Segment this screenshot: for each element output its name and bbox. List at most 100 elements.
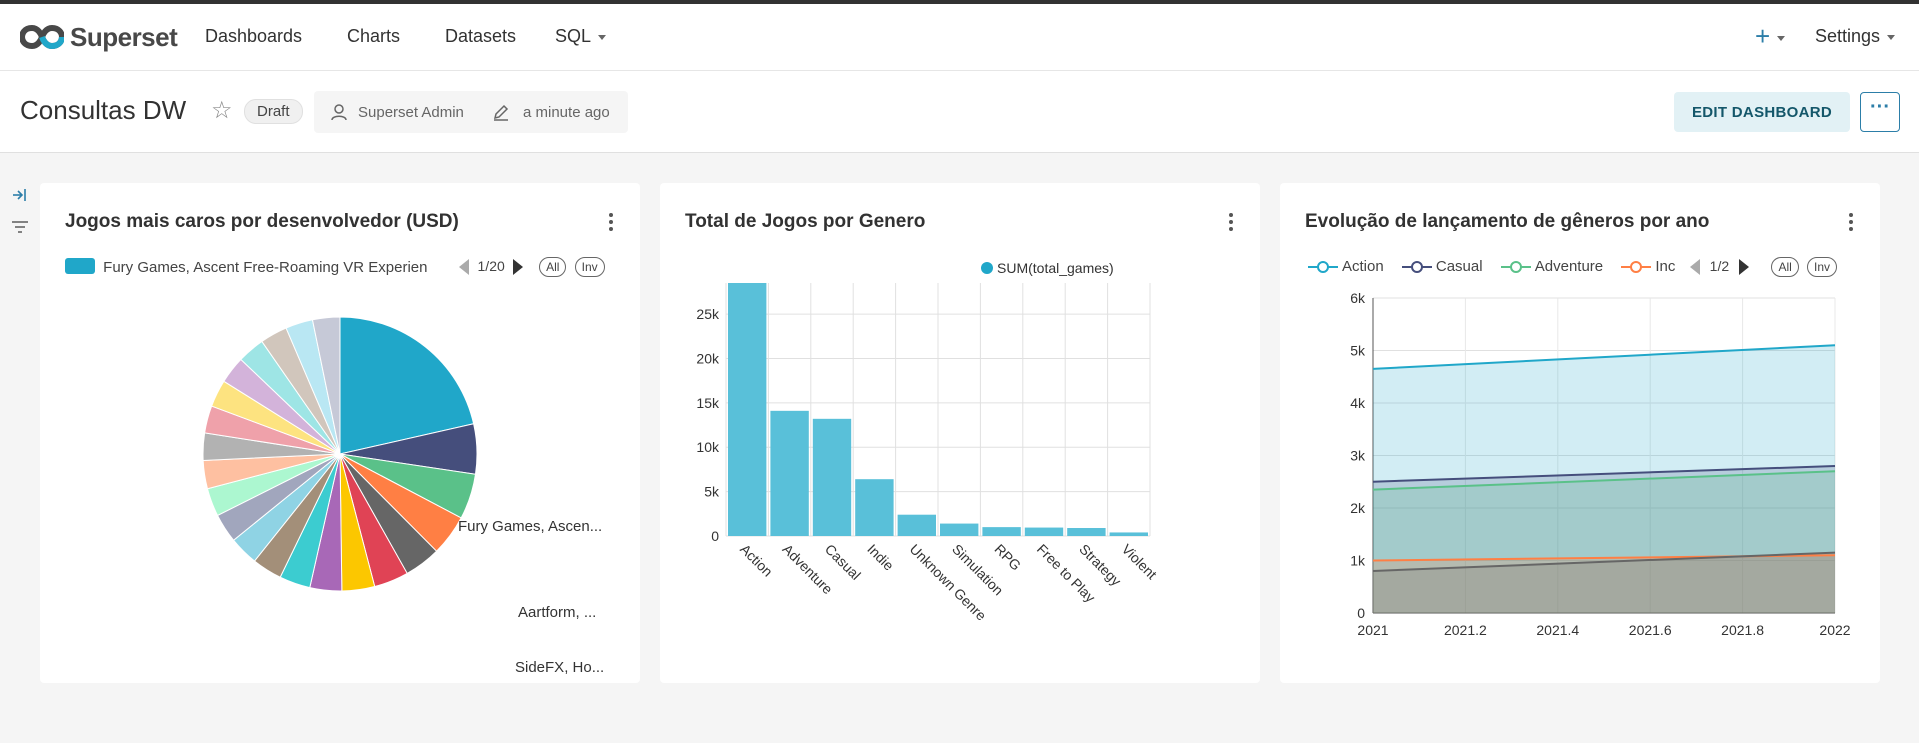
legend-all-button[interactable]: All — [1771, 257, 1799, 277]
chart-title: Total de Jogos por Genero — [685, 211, 926, 232]
dashboard-title[interactable]: Consultas DW — [20, 95, 186, 126]
user-icon — [331, 104, 347, 121]
y-tick-label: 3k — [1350, 448, 1366, 464]
navbar: Superset Dashboards Charts Datasets SQL … — [0, 4, 1919, 71]
chart-menu-icon[interactable] — [1228, 213, 1234, 235]
nav-sql[interactable]: SQL — [555, 26, 607, 47]
y-tick-label: 1k — [1350, 553, 1366, 569]
y-tick-label: 5k — [1350, 343, 1366, 359]
x-tick-label: 2021.4 — [1536, 622, 1579, 638]
chart-card-bar: Total de Jogos por Genero SUM(total_game… — [660, 183, 1260, 683]
chevron-down-icon — [598, 34, 607, 40]
legend-invert-button[interactable]: Inv — [1807, 257, 1838, 277]
dashboard-metadata: Superset Admin a minute ago — [314, 91, 628, 133]
y-tick-label: 10k — [696, 439, 720, 455]
star-icon[interactable]: ☆ — [211, 96, 233, 125]
legend-dot[interactable] — [981, 262, 993, 274]
owner-name: Superset Admin — [358, 104, 464, 121]
legend-item-casual[interactable]: Casual — [1401, 258, 1483, 275]
status-badge[interactable]: Draft — [244, 99, 303, 124]
chart-menu-icon[interactable] — [1848, 213, 1854, 235]
settings-label: Settings — [1815, 26, 1881, 46]
bar — [940, 523, 979, 536]
bar — [1109, 532, 1148, 536]
x-tick-label: Unknown Genre — [907, 541, 990, 624]
y-tick-label: 0 — [1357, 605, 1365, 621]
bar-chart: SUM(total_games) 05k10k15k20k25k Action A… — [696, 260, 1160, 624]
chevron-right-icon[interactable] — [512, 259, 523, 276]
legend-all-button[interactable]: All — [539, 257, 567, 277]
legend-label: Action — [1342, 258, 1384, 275]
nav-dashboards[interactable]: Dashboards — [205, 26, 302, 47]
legend-marker-icon — [1401, 261, 1432, 274]
nav-charts[interactable]: Charts — [347, 26, 400, 47]
chart-title: Jogos mais caros por desenvolvedor (USD) — [65, 211, 459, 232]
slice-label: SideFX, Ho... — [515, 659, 604, 676]
chevron-down-icon — [1887, 34, 1896, 40]
legend-item-action[interactable]: Action — [1308, 258, 1384, 275]
x-tick-label: 2021 — [1357, 622, 1388, 638]
legend-marker-icon — [1500, 261, 1531, 274]
bar — [1024, 527, 1064, 536]
more-options-button[interactable]: ··· — [1860, 92, 1900, 132]
plus-icon: + — [1755, 21, 1771, 51]
slice-label: Fury Games, Ascen... — [458, 518, 602, 535]
chart-card-pie: Jogos mais caros por desenvolvedor (USD)… — [40, 183, 640, 683]
bar — [897, 514, 936, 536]
pie-chart: Fury Games, Ascen... Aartform, ... SideF… — [202, 316, 604, 676]
legend-item-indie[interactable]: Inc — [1621, 258, 1675, 275]
nav-sql-label: SQL — [555, 26, 592, 46]
legend-entry[interactable]: Fury Games, Ascent Free-Roaming VR Exper… — [103, 259, 445, 276]
filter-icon[interactable] — [10, 218, 30, 236]
expand-filters-icon[interactable] — [10, 186, 28, 204]
legend-label: Adventure — [1534, 258, 1604, 275]
y-tick-label: 4k — [1350, 395, 1366, 411]
y-tick-label: 5k — [704, 484, 720, 500]
pie-legend: Fury Games, Ascent Free-Roaming VR Exper… — [65, 257, 625, 281]
bar — [855, 479, 894, 536]
nav-datasets[interactable]: Datasets — [445, 26, 516, 47]
logo-text: Superset — [70, 21, 178, 52]
settings-menu[interactable]: Settings — [1815, 26, 1896, 47]
slice-label: Aartform, ... — [518, 604, 596, 621]
x-tick-label: RPG — [991, 541, 1024, 574]
bar — [982, 527, 1021, 536]
legend-item-adventure[interactable]: Adventure — [1500, 258, 1604, 275]
x-tick-label: 2021.2 — [1444, 622, 1487, 638]
area-legend: Action Casual Adventure Inc 1/2 All Inv — [1308, 257, 1868, 281]
legend-label[interactable]: SUM(total_games) — [997, 260, 1114, 276]
y-tick-label: 20k — [696, 350, 720, 366]
chart-menu-icon[interactable] — [608, 213, 614, 235]
legend-invert-button[interactable]: Inv — [574, 257, 605, 277]
legend-swatch[interactable] — [65, 257, 95, 274]
legend-page: 1/2 — [1709, 258, 1730, 274]
chevron-down-icon — [1777, 35, 1786, 41]
x-tick-label: 2021.6 — [1629, 622, 1672, 638]
chart-title: Evolução de lançamento de gêneros por an… — [1305, 211, 1710, 232]
legend-marker-icon — [1621, 261, 1652, 274]
chevron-left-icon[interactable] — [1689, 259, 1700, 276]
x-tick-label: 2021.8 — [1721, 622, 1764, 638]
bar — [812, 418, 852, 536]
chevron-left-icon[interactable] — [459, 259, 470, 276]
legend-page: 1/20 — [477, 258, 505, 274]
x-tick-label: Violent — [1119, 541, 1160, 582]
y-tick-label: 15k — [696, 395, 720, 411]
chevron-right-icon[interactable] — [1739, 259, 1750, 276]
pencil-icon — [493, 104, 509, 121]
add-menu[interactable]: + — [1755, 21, 1786, 52]
superset-logo[interactable]: Superset — [20, 20, 178, 54]
bar — [770, 410, 809, 536]
x-tick-label: Casual — [822, 541, 864, 583]
modified-time: a minute ago — [523, 104, 610, 121]
x-tick-label: 2022 — [1819, 622, 1850, 638]
edit-dashboard-button[interactable]: EDIT DASHBOARD — [1674, 92, 1850, 132]
y-tick-label: 6k — [1350, 290, 1366, 306]
x-tick-label: Indie — [864, 541, 897, 574]
y-tick-label: 2k — [1350, 500, 1366, 516]
superset-logo-icon — [20, 24, 64, 50]
legend-label: Inc — [1655, 258, 1676, 275]
legend-label: Casual — [1435, 258, 1483, 275]
area-chart: 0 1k 2k 3k 4k 5k 6k 2021 2021.2 2021.4 2021.6 2021.… — [1350, 290, 1851, 638]
filter-bar-toggle — [10, 186, 30, 236]
